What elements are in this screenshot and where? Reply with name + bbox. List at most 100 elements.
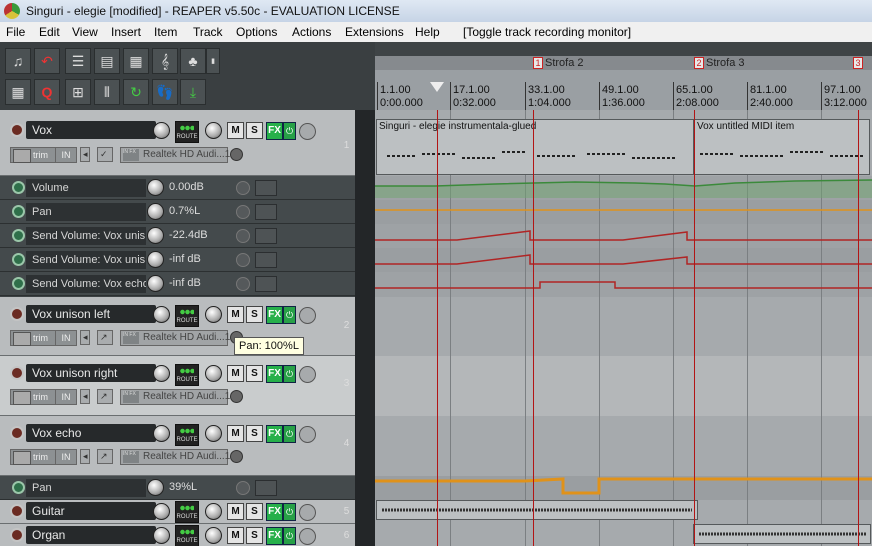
download-button[interactable]: ⤓ [180,79,206,105]
solo-button[interactable]: S [246,306,263,323]
volume-knob[interactable] [153,425,170,442]
envelope-bypass-icon[interactable] [236,277,250,291]
envelope-arm-button[interactable] [12,277,25,290]
solo-button[interactable]: S [246,365,263,382]
menu-edit[interactable]: Edit [39,25,60,39]
routing-matrix-button[interactable]: ⫴ [94,79,120,105]
mute-button[interactable]: M [227,365,244,382]
solo-button[interactable]: S [246,122,263,139]
input-monitor-button[interactable]: IN [55,449,77,465]
volume-knob[interactable] [153,503,170,520]
envelope-lane-volume[interactable]: Volume 0.00dB [0,176,355,200]
menu-insert[interactable]: Insert [111,25,141,39]
fx-button[interactable]: FX [266,122,283,140]
track-view-button[interactable]: ☰ [65,48,91,74]
fx-button[interactable]: FX [266,503,283,521]
envelope-button[interactable] [299,123,316,140]
solo-button[interactable]: S [246,425,263,442]
track-name[interactable]: Vox unison right [26,364,156,382]
input-dropdown-icon[interactable] [230,148,243,161]
volume-knob[interactable] [153,122,170,139]
pan-knob[interactable] [205,122,222,139]
envelope-button[interactable] [299,504,316,521]
route-button[interactable]: ROUTE [175,121,199,143]
mute-button[interactable]: M [227,425,244,442]
menu-item[interactable]: Item [154,25,177,39]
record-arm-button[interactable] [10,123,24,137]
pan-knob[interactable] [205,306,222,323]
envelope-arm-button[interactable] [12,481,25,494]
input-monitor-button[interactable]: IN [55,147,77,163]
vst-button[interactable]: ▮ [206,48,220,74]
envelope-knob[interactable] [147,275,164,292]
record-mode-icon[interactable]: ✓ [97,147,113,162]
footprints-button[interactable]: 👣 [152,79,178,105]
treble-clef-button[interactable]: 𝄞 [152,48,178,74]
input-selector[interactable]: Realtek HD Audi...1 [120,147,230,163]
track-name[interactable]: Guitar [26,502,156,520]
pan-knob[interactable] [205,527,222,544]
record-arm-button[interactable] [10,504,24,518]
input-monitor-button[interactable]: IN [55,330,77,346]
media-item-organ[interactable] [693,524,871,544]
pan-knob[interactable] [205,425,222,442]
midi-editor-button[interactable]: ♣ [180,48,206,74]
marker-2[interactable]: 2 Strofa 3 [694,57,745,69]
record-mode-icon[interactable]: ↗ [97,389,113,404]
mute-button[interactable]: M [227,122,244,139]
envelope-bypass-icon[interactable] [236,253,250,267]
grid-view-button[interactable]: ▦ [123,48,149,74]
menu-track[interactable]: Track [193,25,223,39]
mute-button[interactable]: M [227,306,244,323]
volume-knob[interactable] [153,365,170,382]
envelope-bypass-icon[interactable] [236,229,250,243]
pan-knob[interactable] [205,365,222,382]
envelope-button[interactable] [299,307,316,324]
fx-bypass-button[interactable]: ⏻ [283,425,296,443]
fx-bypass-button[interactable]: ⏻ [283,122,296,140]
menu-view[interactable]: View [72,25,98,39]
envelope-lane-send-2[interactable]: Send Volume: Vox unis -inf dB [0,248,355,272]
media-explorer-button[interactable]: ♫ [5,48,31,74]
input-dropdown-icon[interactable] [230,450,243,463]
envelope-lane-send-3[interactable]: Send Volume: Vox echo -inf dB [0,272,355,296]
envelope-arm-button[interactable] [12,181,25,194]
snap-button[interactable]: ⊞ [65,79,91,105]
envelope-settings-button[interactable] [255,204,277,220]
timeline-ruler[interactable]: 1 Strofa 2 2 Strofa 3 3 1.1.00 0:00.000 1… [375,56,872,110]
envelope-knob[interactable] [147,179,164,196]
media-item-guitar[interactable] [376,500,698,520]
envelope-lane-echo-pan[interactable]: Pan 39%L [0,476,355,500]
marker-lane[interactable] [375,56,872,70]
envelope-knob[interactable] [147,227,164,244]
envelope-knob[interactable] [147,479,164,496]
envelope-bypass-icon[interactable] [236,205,250,219]
track-name[interactable]: Vox unison left [26,305,156,323]
envelope-button[interactable] [299,426,316,443]
envelope-settings-button[interactable] [255,480,277,496]
menu-actions[interactable]: Actions [292,25,331,39]
input-selector[interactable]: Realtek HD Audi...1 [120,389,230,405]
solo-button[interactable]: S [246,527,263,544]
monitor-arrow-icon[interactable]: ◂ [80,147,90,162]
fx-bypass-button[interactable]: ⏻ [283,365,296,383]
track-vox-echo[interactable]: Vox echo ROUTE M S FX ⏻ trim IN ◂ ↗ Real… [0,416,355,476]
menu-file[interactable]: File [6,25,25,39]
solo-button[interactable]: S [246,503,263,520]
tcp-divider[interactable] [355,110,375,546]
input-selector[interactable]: Realtek HD Audi...1 [120,449,230,465]
fx-bypass-button[interactable]: ⏻ [283,306,296,324]
fx-button[interactable]: FX [266,365,283,383]
record-mode-icon[interactable]: ↗ [97,449,113,464]
mute-button[interactable]: M [227,527,244,544]
envelope-knob[interactable] [147,251,164,268]
pan-knob[interactable] [205,503,222,520]
route-button[interactable]: ROUTE [175,364,199,386]
envelope-lane-send-1[interactable]: Send Volume: Vox unis -22.4dB [0,224,355,248]
record-arm-button[interactable] [10,426,24,440]
mute-button[interactable]: M [227,503,244,520]
loop-button[interactable]: ↻ [123,79,149,105]
envelope-arm-button[interactable] [12,205,25,218]
arrange-view[interactable]: Singuri - elegie instrumentala-glued Vox… [375,110,872,546]
track-organ[interactable]: Organ ROUTE M S FX ⏻ [0,524,355,546]
